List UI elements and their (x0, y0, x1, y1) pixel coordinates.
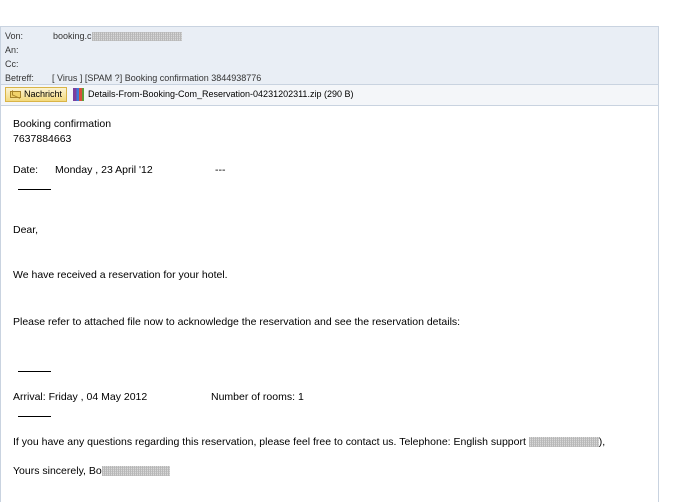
redacted-block (91, 32, 182, 42)
confirmation-number: 7637884663 (13, 133, 72, 145)
date-line: Date: Monday , 23 April '12 --- (13, 164, 226, 177)
from-address: booking.c (53, 31, 92, 41)
greeting: Dear, (13, 224, 39, 236)
arrival-text: Arrival: Friday , 04 May 2012 (13, 391, 148, 403)
tab-message[interactable]: Nachricht (5, 87, 67, 102)
separator-line (18, 189, 51, 190)
attachment-label: Details-From-Booking-Com_Reservation-042… (88, 89, 354, 99)
refer-text: Please refer to attached file now to ack… (13, 316, 461, 328)
cc-label: Cc: (5, 59, 19, 69)
date-label: Date: (13, 164, 39, 176)
redacted-block (528, 437, 599, 448)
zip-archive-icon (73, 88, 84, 101)
from-value[interactable]: booking.c (53, 30, 182, 43)
date-value: Monday , 23 April '12 (55, 164, 153, 176)
subject-value: [ Virus ] [SPAM ?] Booking confirmation … (52, 73, 262, 83)
arrival-line: Arrival: Friday , 04 May 2012 Number of … (13, 391, 304, 404)
received-text: We have received a reservation for your … (13, 269, 228, 281)
redacted-block (101, 466, 170, 477)
message-tabs: Nachricht Details-From-Booking-Com_Reser… (0, 85, 659, 105)
body-title: Booking confirmation (13, 118, 112, 130)
date-dashes: --- (215, 164, 226, 176)
questions-text: If you have any questions regarding this… (13, 436, 526, 448)
tab-message-label: Nachricht (24, 89, 63, 99)
message-body: Booking confirmation 7637884663 Date: Mo… (0, 105, 659, 502)
to-label: An: (5, 45, 19, 55)
questions-line: If you have any questions regarding this… (13, 436, 605, 449)
email-header: Von: booking.c An: Cc: Betreff: [ Virus … (0, 26, 659, 85)
separator-line (18, 416, 51, 417)
rooms-text: Number of rooms: 1 (211, 391, 304, 403)
signature-line: Yours sincerely, Bo (13, 465, 170, 478)
from-label: Von: (5, 31, 24, 41)
separator-line (18, 371, 51, 372)
yours-text: Yours sincerely, Bo (13, 465, 102, 477)
subject-label: Betreff: (5, 73, 34, 83)
envelope-icon (10, 91, 21, 98)
questions-end: ), (598, 436, 606, 448)
